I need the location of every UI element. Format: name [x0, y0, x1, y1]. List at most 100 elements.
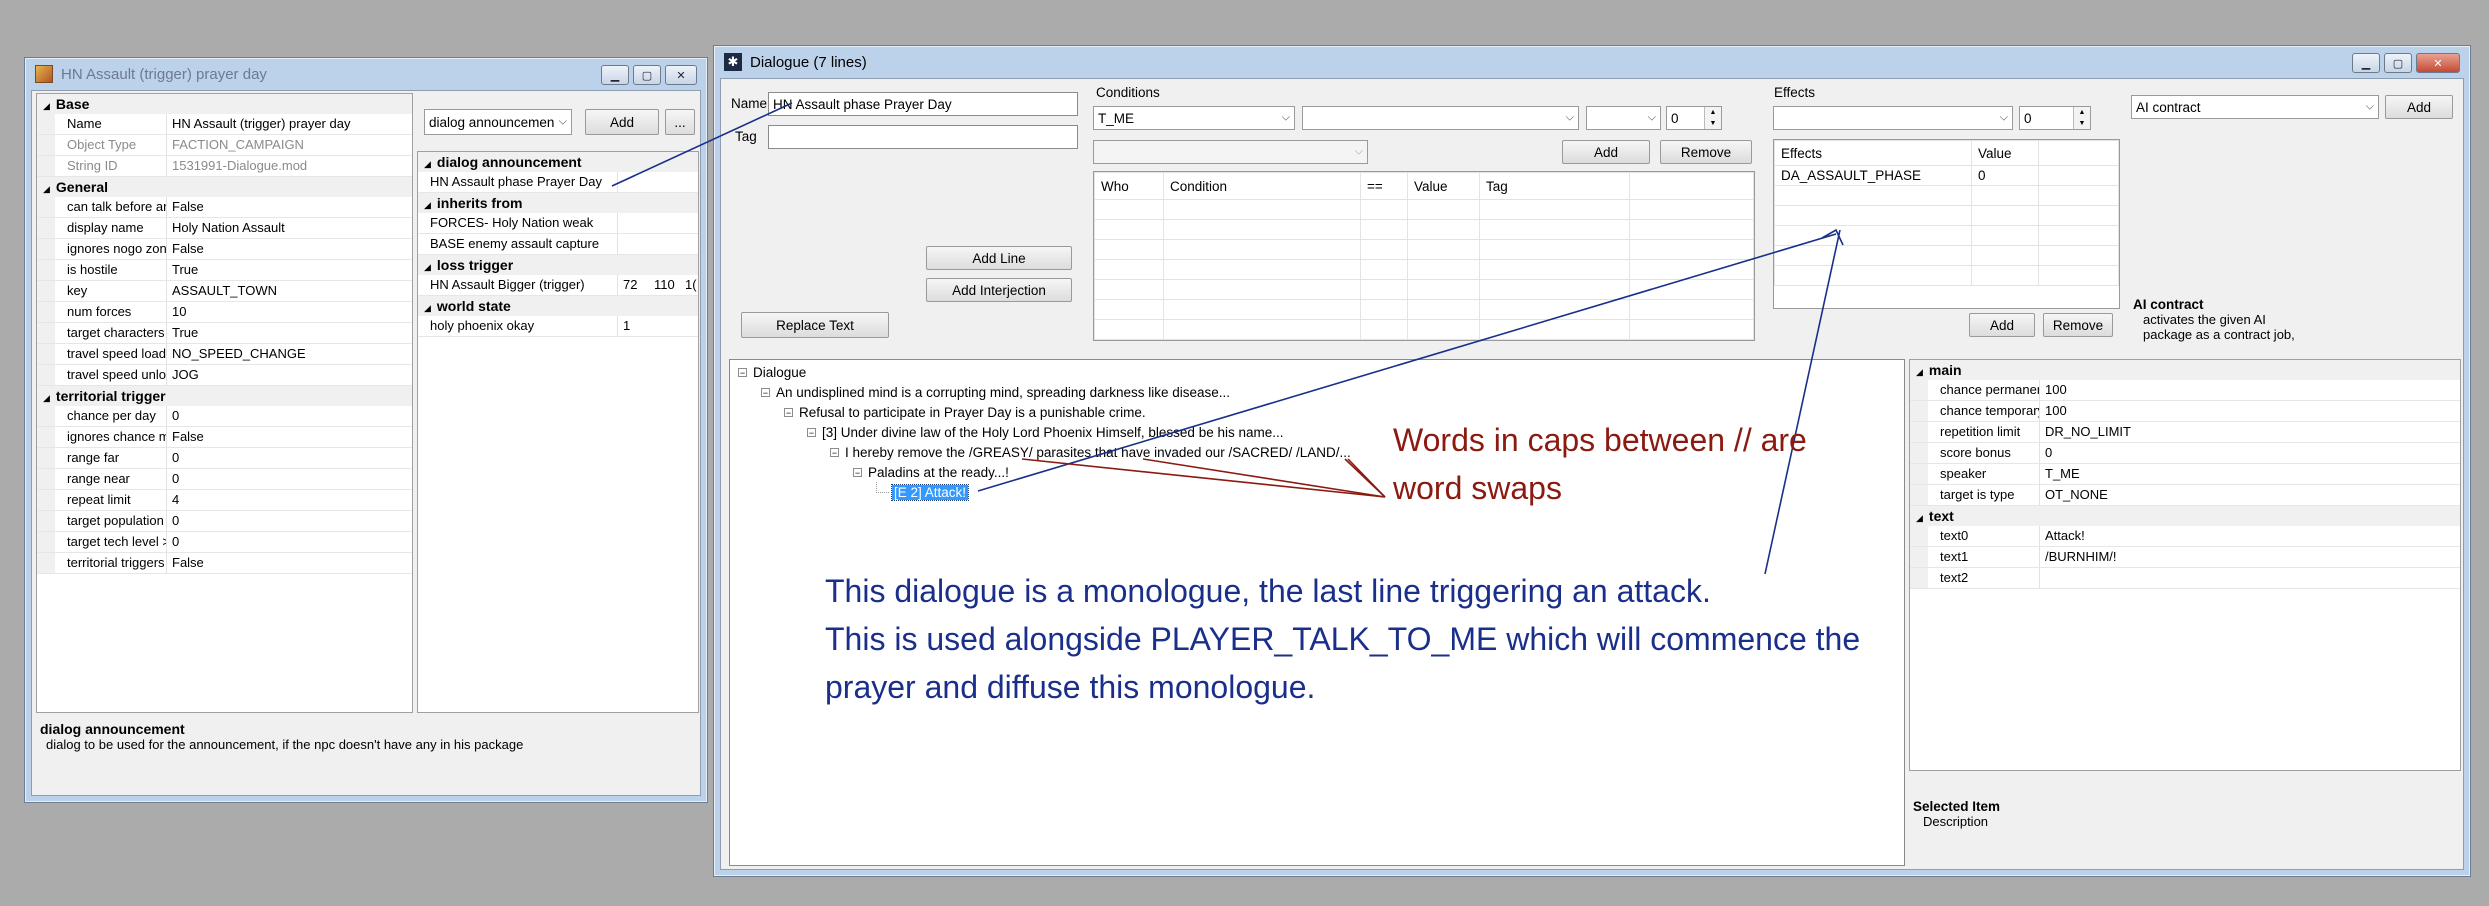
reference-value[interactable]: 1(: [680, 275, 698, 295]
expand-arrow-icon[interactable]: ◢: [424, 262, 431, 272]
condition-cell[interactable]: [1360, 259, 1408, 280]
property-row[interactable]: display name Holy Nation Assault: [37, 218, 412, 239]
condition-cell[interactable]: [1407, 279, 1480, 300]
effect-row[interactable]: [1774, 205, 2119, 226]
dialogue-close-button[interactable]: ✕: [2416, 53, 2460, 73]
tree-node-text[interactable]: [E 2] Attack!: [890, 483, 970, 501]
dialogue-minimize-button[interactable]: ▁: [2352, 53, 2380, 73]
reference-value[interactable]: 110: [649, 275, 680, 295]
line-property-row[interactable]: repetition limit DR_NO_LIMIT: [1910, 422, 2460, 443]
property-value[interactable]: 0: [167, 448, 412, 468]
condition-cell[interactable]: [1407, 199, 1480, 220]
tree-node[interactable]: − I hereby remove the /GREASY/ parasites …: [830, 443, 1351, 461]
tree-node[interactable]: − [3] Under divine law of the Holy Lord P…: [807, 423, 1284, 441]
expand-arrow-icon[interactable]: ◢: [1916, 513, 1923, 523]
condition-cell[interactable]: [1163, 279, 1361, 300]
reference-category[interactable]: ◢ world state: [418, 296, 698, 316]
reference-value[interactable]: 1: [618, 316, 649, 336]
reference-row[interactable]: holy phoenix okay 1: [418, 316, 698, 337]
effect-cell[interactable]: [1774, 205, 1972, 226]
line-property-value[interactable]: T_ME: [2040, 464, 2460, 484]
effect-row[interactable]: DA_ASSAULT_PHASE 0: [1774, 165, 2119, 186]
tree-node-text[interactable]: An undisplined mind is a corrupting mind…: [776, 385, 1230, 400]
ai-package-combo[interactable]: AI contract ⌵: [2131, 95, 2379, 119]
effect-cell[interactable]: [1971, 205, 2039, 226]
name-field[interactable]: HN Assault phase Prayer Day: [768, 92, 1078, 116]
line-property-value[interactable]: 0: [2040, 443, 2460, 463]
property-row[interactable]: territorial triggers False: [37, 553, 412, 574]
reference-category[interactable]: ◢ inherits from: [418, 193, 698, 213]
condition-who-combo[interactable]: T_ME ⌵: [1093, 106, 1295, 130]
line-property-row[interactable]: text1/BURNHIM/!: [1910, 547, 2460, 568]
condition-cell[interactable]: [1407, 239, 1480, 260]
condition-cell[interactable]: [1163, 199, 1361, 220]
property-value[interactable]: NO_SPEED_CHANGE: [167, 344, 412, 364]
property-row[interactable]: String ID 1531991-Dialogue.mod: [37, 156, 412, 177]
condition-cell[interactable]: [1163, 239, 1361, 260]
property-value[interactable]: JOG: [167, 365, 412, 385]
condition-cell[interactable]: [1629, 299, 1754, 320]
line-property-row[interactable]: speaker T_ME: [1910, 464, 2460, 485]
condition-type-combo[interactable]: ⌵: [1302, 106, 1579, 130]
reference-category[interactable]: ◢ loss trigger: [418, 255, 698, 275]
condition-cell[interactable]: [1479, 299, 1630, 320]
line-property-row[interactable]: chance permanent 100: [1910, 380, 2460, 401]
remove-effect-button[interactable]: Remove: [2043, 313, 2113, 337]
condition-cell[interactable]: [1360, 199, 1408, 220]
effect-cell[interactable]: DA_ASSAULT_PHASE: [1774, 165, 1972, 186]
property-value[interactable]: HN Assault (trigger) prayer day: [167, 114, 412, 134]
condition-row[interactable]: [1094, 219, 1754, 240]
reference-row[interactable]: FORCES- Holy Nation weak: [418, 213, 698, 234]
reference-row[interactable]: HN Assault phase Prayer Day: [418, 172, 698, 193]
expand-arrow-icon[interactable]: ◢: [43, 184, 50, 194]
condition-cell[interactable]: [1094, 259, 1164, 280]
condition-cell[interactable]: [1407, 219, 1480, 240]
condition-cell[interactable]: [1094, 319, 1164, 340]
condition-row[interactable]: [1094, 259, 1754, 280]
minimize-button[interactable]: ▁: [601, 65, 629, 85]
line-property-row[interactable]: text0 Attack!: [1910, 526, 2460, 547]
property-value[interactable]: False: [167, 427, 412, 447]
condition-row[interactable]: [1094, 279, 1754, 300]
effect-column-header[interactable]: Value: [1971, 140, 2039, 166]
line-property-value[interactable]: 100: [2040, 380, 2460, 400]
effect-cell[interactable]: [2038, 265, 2119, 286]
line-category-header[interactable]: ◢ main: [1910, 360, 2460, 380]
condition-cell[interactable]: [1629, 279, 1754, 300]
line-property-value[interactable]: OT_NONE: [2040, 485, 2460, 505]
expand-arrow-icon[interactable]: ◢: [424, 303, 431, 313]
line-property-row[interactable]: score bonus 0: [1910, 443, 2460, 464]
effect-type-combo[interactable]: ⌵: [1773, 106, 2013, 130]
reference-row[interactable]: HN Assault Bigger (trigger) 72 110 1(: [418, 275, 698, 296]
tree-node[interactable]: − Dialogue: [738, 363, 806, 381]
condition-row[interactable]: [1094, 319, 1754, 340]
line-property-value[interactable]: /BURNHIM/!: [2040, 547, 2460, 567]
condition-cell[interactable]: [1163, 219, 1361, 240]
remove-condition-button[interactable]: Remove: [1660, 140, 1752, 164]
replace-text-button[interactable]: Replace Text: [741, 312, 889, 338]
condition-compare-combo[interactable]: ⌵: [1586, 106, 1661, 130]
condition-cell[interactable]: [1094, 239, 1164, 260]
property-row[interactable]: travel speed loadedNO_SPEED_CHANGE: [37, 344, 412, 365]
effect-cell[interactable]: [1774, 225, 1972, 246]
property-row[interactable]: target characters True: [37, 323, 412, 344]
condition-cell[interactable]: [1163, 319, 1361, 340]
line-property-value[interactable]: 100: [2040, 401, 2460, 421]
property-row[interactable]: can talk before arrivalFalse: [37, 197, 412, 218]
property-row[interactable]: repeat limit 4: [37, 490, 412, 511]
condition-column-header[interactable]: Who: [1094, 172, 1164, 200]
condition-cell[interactable]: [1629, 239, 1754, 260]
effect-cell[interactable]: 0: [1971, 165, 2039, 186]
property-row[interactable]: ignores nogo zonesFalse: [37, 239, 412, 260]
property-row[interactable]: key ASSAULT_TOWN: [37, 281, 412, 302]
condition-cell[interactable]: [1479, 259, 1630, 280]
effect-cell[interactable]: [1971, 245, 2039, 266]
condition-row[interactable]: [1094, 239, 1754, 260]
condition-cell[interactable]: [1360, 239, 1408, 260]
effects-table[interactable]: Effects Value DA_ASSAULT_PHASE 0: [1773, 139, 2120, 309]
more-button[interactable]: ...: [665, 109, 695, 135]
line-property-value[interactable]: DR_NO_LIMIT: [2040, 422, 2460, 442]
collapse-icon[interactable]: −: [784, 407, 793, 417]
expand-arrow-icon[interactable]: ◢: [1916, 367, 1923, 377]
condition-column-header[interactable]: Condition: [1163, 172, 1361, 200]
